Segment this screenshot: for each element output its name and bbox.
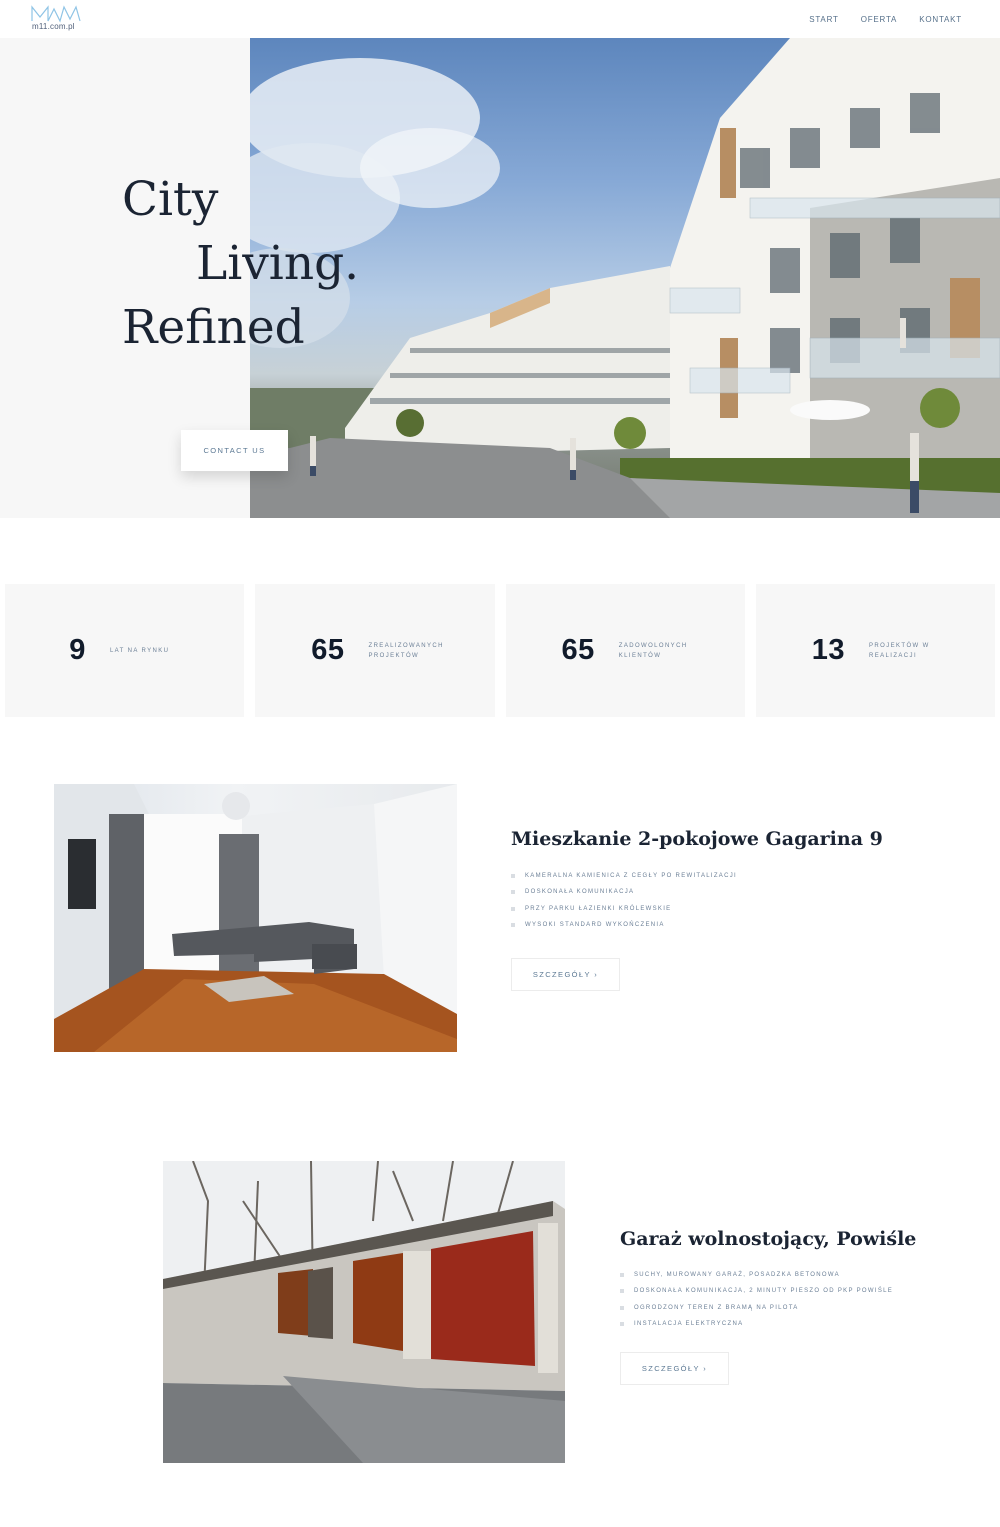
stat-number: 9 [69,634,86,666]
stat-label: ZREALIZOWANYCH PROJEKTÓW [368,642,444,659]
feature-item: KAMERALNA KAMIENICA Z CEGŁY PO REWITALIZ… [511,868,737,884]
stat-card: 65 ZREALIZOWANYCH PROJEKTÓW [255,584,495,717]
bullet-icon [620,1273,624,1278]
top-navbar: m11.com.pl START OFERTA KONTAKT [0,0,1000,38]
garage-photo[interactable] [163,1161,565,1463]
offer-title[interactable]: Garaż wolnostojący, Powiśle [620,1228,916,1250]
stat-label: LAT NA RYNKU [109,647,170,654]
stat-label: PROJEKTÓW W REALIZACJI [869,642,930,659]
bullet-icon [511,923,515,928]
stat-card: 9 LAT NA RYNKU [5,584,245,717]
stat-number: 65 [561,634,595,666]
hero-section: City Living. Refined CONTACT US [0,38,1000,518]
nav-link-oferta[interactable]: OFERTA [861,15,898,24]
details-button[interactable]: SZCZEGÓŁY › [620,1352,729,1385]
stat-number: 13 [811,634,845,666]
details-button[interactable]: SZCZEGÓŁY › [511,958,620,991]
hero-title-line-3: Refined [122,300,305,355]
logo-text: m11.com.pl [32,22,75,31]
stat-card: 13 PROJEKTÓW W REALIZACJI [755,584,995,717]
bullet-icon [620,1305,624,1310]
feature-item: PRZY PARKU ŁAZIENKI KRÓLEWSKIE [511,901,737,917]
bullet-icon [511,874,515,879]
hero-title: City Living. Refined [122,168,462,360]
feature-item: DOSKONAŁA KOMUNIKACJA, 2 MINUTY PIESZO O… [620,1283,893,1299]
nav-link-start[interactable]: START [809,15,838,24]
nav-link-kontakt[interactable]: KONTAKT [919,15,962,24]
hero-title-line-2: Living. [196,236,360,291]
feature-item: SUCHY, MUROWANY GARAŻ, POSADZKA BETONOWA [620,1267,893,1283]
hero-title-line-1: City [122,172,219,227]
feature-item: INSTALACJA ELEKTRYCZNA [620,1316,893,1332]
feature-item: OGRODZONY TEREN Z BRAMĄ NA PILOTA [620,1300,893,1316]
apartment-photo[interactable] [54,784,457,1052]
nav-menu: START OFERTA KONTAKT [809,0,962,38]
bullet-icon [620,1289,624,1294]
feature-list: SUCHY, MUROWANY GARAŻ, POSADZKA BETONOWA… [620,1267,893,1332]
offer-title[interactable]: Mieszkanie 2-pokojowe Gagarina 9 [511,828,883,850]
feature-list: KAMERALNA KAMIENICA Z CEGŁY PO REWITALIZ… [511,868,737,933]
feature-item: WYSOKI STANDARD WYKOŃCZENIA [511,917,737,933]
stats-section: 9 LAT NA RYNKU 65 ZREALIZOWANYCH PROJEKT… [5,584,995,717]
bullet-icon [511,906,515,911]
logo-mark-icon [31,5,81,23]
stat-number: 65 [311,634,345,666]
bullet-icon [620,1322,624,1327]
stat-card: 65 ZADOWOLONYCH KLIENTÓW [505,584,745,717]
stat-label: ZADOWOLONYCH KLIENTÓW [618,642,688,659]
site-logo[interactable]: m11.com.pl [30,5,82,33]
contact-us-button[interactable]: CONTACT US [181,430,288,471]
feature-item: DOSKONAŁA KOMUNIKACJA [511,884,737,900]
bullet-icon [511,890,515,895]
